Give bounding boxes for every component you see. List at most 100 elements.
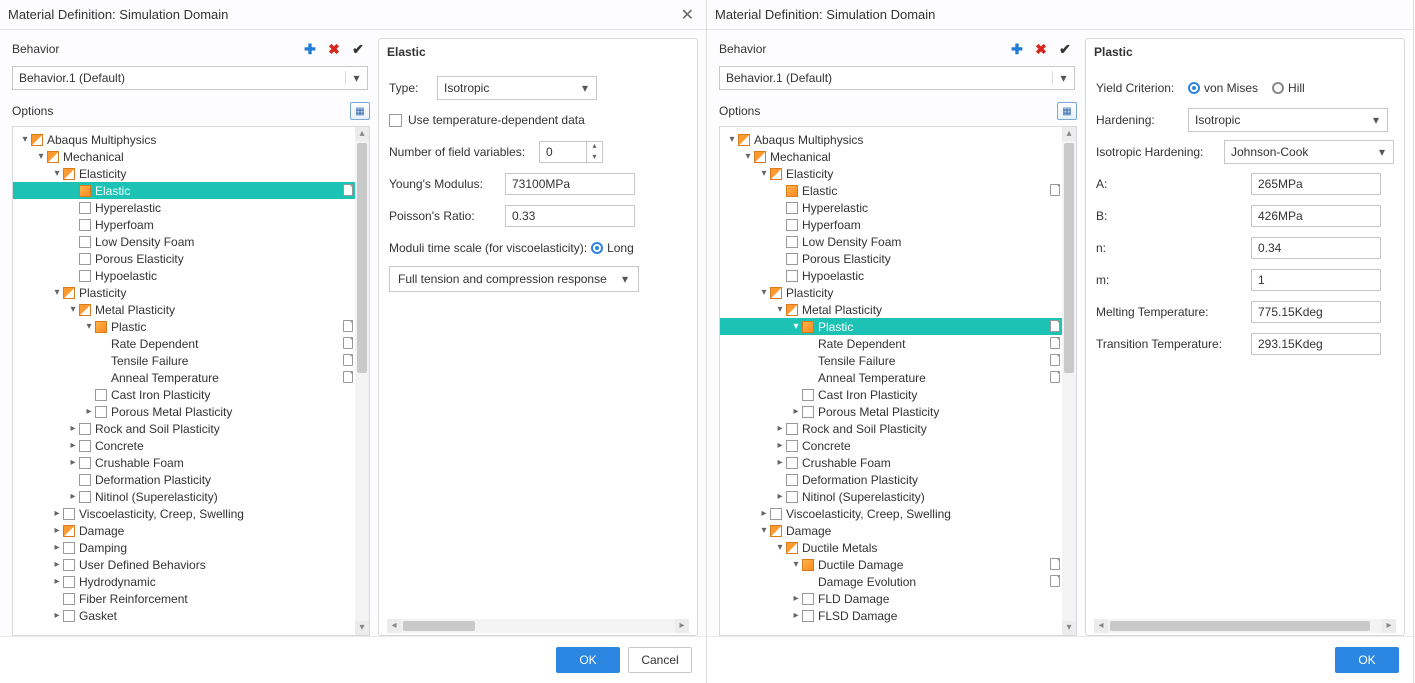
- note-icon: [1050, 558, 1060, 570]
- tree-row[interactable]: ▸Tensile Failure: [13, 352, 355, 369]
- tree-row[interactable]: ▸Hyperfoam: [720, 216, 1062, 233]
- table-view-icon[interactable]: ▦: [350, 102, 370, 120]
- fulltension-select[interactable]: Full tension and compression response: [389, 266, 639, 292]
- tree-row[interactable]: ▸Rate Dependent: [720, 335, 1062, 352]
- tree-row[interactable]: ▸Porous Metal Plasticity: [13, 403, 355, 420]
- tree-row[interactable]: ▸Damping: [13, 539, 355, 556]
- tree-row-metalplast[interactable]: ▾Metal Plasticity: [720, 301, 1062, 318]
- tree-row[interactable]: ▸Deformation Plasticity: [720, 471, 1062, 488]
- ok-button[interactable]: OK: [556, 647, 620, 673]
- tree-row-plasticity[interactable]: ▾Plasticity: [720, 284, 1062, 301]
- temp-dep-checkbox[interactable]: [389, 114, 402, 127]
- tree-row[interactable]: ▸Fiber Reinforcement: [13, 590, 355, 607]
- delete-icon[interactable]: ✖: [326, 41, 342, 57]
- tree-row-elastic[interactable]: ▾Elastic: [13, 182, 355, 199]
- trans-input[interactable]: 293.15Kdeg: [1251, 333, 1381, 355]
- tree-row[interactable]: ▸Viscoelasticity, Creep, Swelling: [13, 505, 355, 522]
- tree-row[interactable]: ▸Damage: [13, 522, 355, 539]
- add-icon[interactable]: ✚: [302, 41, 318, 57]
- add-icon[interactable]: ✚: [1009, 41, 1025, 57]
- confirm-icon[interactable]: ✔: [350, 41, 366, 57]
- tree-row[interactable]: ▸Viscoelasticity, Creep, Swelling: [720, 505, 1062, 522]
- tree-row-elasticity[interactable]: ▾Elasticity: [720, 165, 1062, 182]
- young-label: Young's Modulus:: [389, 177, 505, 191]
- tree-row-plastic[interactable]: ▾Plastic: [13, 318, 355, 335]
- tree-row[interactable]: ▸Deformation Plasticity: [13, 471, 355, 488]
- tree-row-damage[interactable]: ▾Damage: [720, 522, 1062, 539]
- yield-hill-radio[interactable]: [1272, 82, 1284, 94]
- tree-row-root[interactable]: ▾Abaqus Multiphysics: [720, 131, 1062, 148]
- tree-row[interactable]: ▸Hypoelastic: [720, 267, 1062, 284]
- tree-row-plastic[interactable]: ▾Plastic: [720, 318, 1062, 335]
- tree-row[interactable]: ▸Rock and Soil Plasticity: [720, 420, 1062, 437]
- close-icon[interactable]: ✕: [677, 5, 698, 25]
- moduli-radio[interactable]: [591, 242, 603, 254]
- tree-row[interactable]: ▸Hypoelastic: [13, 267, 355, 284]
- poisson-label: Poisson's Ratio:: [389, 209, 505, 223]
- panel-h-scrollbar[interactable]: ◂▸: [387, 619, 689, 633]
- poisson-input[interactable]: 0.33: [505, 205, 635, 227]
- cancel-button[interactable]: Cancel: [628, 647, 692, 673]
- tree-row[interactable]: ▸Hyperelastic: [13, 199, 355, 216]
- young-input[interactable]: 73100MPa: [505, 173, 635, 195]
- nfield-label: Number of field variables:: [389, 145, 539, 159]
- nfield-spinner[interactable]: 0▴▾: [539, 141, 603, 163]
- tree-row[interactable]: ▸FLD Damage: [720, 590, 1062, 607]
- note-icon: [343, 320, 353, 332]
- panel-h-scrollbar[interactable]: ◂▸: [1094, 619, 1396, 633]
- behavior-select[interactable]: Behavior.1 (Default) ▾: [719, 66, 1075, 90]
- tree-row-mechanical[interactable]: ▾Mechanical: [720, 148, 1062, 165]
- tree-scrollbar[interactable]: ▴▾: [1062, 127, 1076, 635]
- tree-row[interactable]: ▸Hyperfoam: [13, 216, 355, 233]
- ok-button[interactable]: OK: [1335, 647, 1399, 673]
- tree-scrollbar[interactable]: ▴▾: [355, 127, 369, 635]
- isohard-select[interactable]: Johnson-Cook: [1224, 140, 1394, 164]
- tree-row-elastic[interactable]: ▸Elastic: [720, 182, 1062, 199]
- yield-vonmises-radio[interactable]: [1188, 82, 1200, 94]
- note-icon: [343, 337, 353, 349]
- tree-row[interactable]: ▸Porous Elasticity: [13, 250, 355, 267]
- tree-row[interactable]: ▸Anneal Temperature: [720, 369, 1062, 386]
- melt-input[interactable]: 775.15Kdeg: [1251, 301, 1381, 323]
- tree-row[interactable]: ▸Crushable Foam: [720, 454, 1062, 471]
- tree-row-ductmet[interactable]: ▾Ductile Metals: [720, 539, 1062, 556]
- confirm-icon[interactable]: ✔: [1057, 41, 1073, 57]
- tree-row[interactable]: ▸Gasket: [13, 607, 355, 624]
- tree-row[interactable]: ▸Rock and Soil Plasticity: [13, 420, 355, 437]
- tree-row[interactable]: ▸Hyperelastic: [720, 199, 1062, 216]
- behavior-select[interactable]: Behavior.1 (Default) ▾: [12, 66, 368, 90]
- tree-row-plasticity[interactable]: ▾Plasticity: [13, 284, 355, 301]
- tree-row[interactable]: ▸Cast Iron Plasticity: [720, 386, 1062, 403]
- tree-row[interactable]: ▸Cast Iron Plasticity: [13, 386, 355, 403]
- m-input[interactable]: 1: [1251, 269, 1381, 291]
- tree-row-ductdmg[interactable]: ▾Ductile Damage: [720, 556, 1062, 573]
- B-input[interactable]: 426MPa: [1251, 205, 1381, 227]
- tree-row[interactable]: ▸FLSD Damage: [720, 607, 1062, 624]
- tree-row[interactable]: ▸Nitinol (Superelasticity): [13, 488, 355, 505]
- tree-row-elasticity[interactable]: ▾Elasticity: [13, 165, 355, 182]
- tree-row-mechanical[interactable]: ▾Mechanical: [13, 148, 355, 165]
- tree-row[interactable]: ▸Nitinol (Superelasticity): [720, 488, 1062, 505]
- tree-row[interactable]: ▸Porous Elasticity: [720, 250, 1062, 267]
- type-select[interactable]: Isotropic: [437, 76, 597, 100]
- tree-row[interactable]: ▸Porous Metal Plasticity: [720, 403, 1062, 420]
- tree-row[interactable]: ▸Concrete: [13, 437, 355, 454]
- n-input[interactable]: 0.34: [1251, 237, 1381, 259]
- tree-row-root[interactable]: ▾Abaqus Multiphysics: [13, 131, 355, 148]
- tree-row-metalplast[interactable]: ▾Metal Plasticity: [13, 301, 355, 318]
- tree-row[interactable]: ▸User Defined Behaviors: [13, 556, 355, 573]
- delete-icon[interactable]: ✖: [1033, 41, 1049, 57]
- A-input[interactable]: 265MPa: [1251, 173, 1381, 195]
- tree-row[interactable]: ▸Damage Evolution: [720, 573, 1062, 590]
- tree-row[interactable]: ▸Concrete: [720, 437, 1062, 454]
- tree-row[interactable]: ▸Low Density Foam: [13, 233, 355, 250]
- tree-row[interactable]: ▸Low Density Foam: [720, 233, 1062, 250]
- tree-row[interactable]: ▸Anneal Temperature: [13, 369, 355, 386]
- table-view-icon[interactable]: ▦: [1057, 102, 1077, 120]
- tree-row[interactable]: ▸Rate Dependent: [13, 335, 355, 352]
- tree-row[interactable]: ▸Tensile Failure: [720, 352, 1062, 369]
- tree-row[interactable]: ▸Hydrodynamic: [13, 573, 355, 590]
- B-label: B:: [1096, 209, 1251, 223]
- tree-row[interactable]: ▸Crushable Foam: [13, 454, 355, 471]
- hardening-select[interactable]: Isotropic: [1188, 108, 1388, 132]
